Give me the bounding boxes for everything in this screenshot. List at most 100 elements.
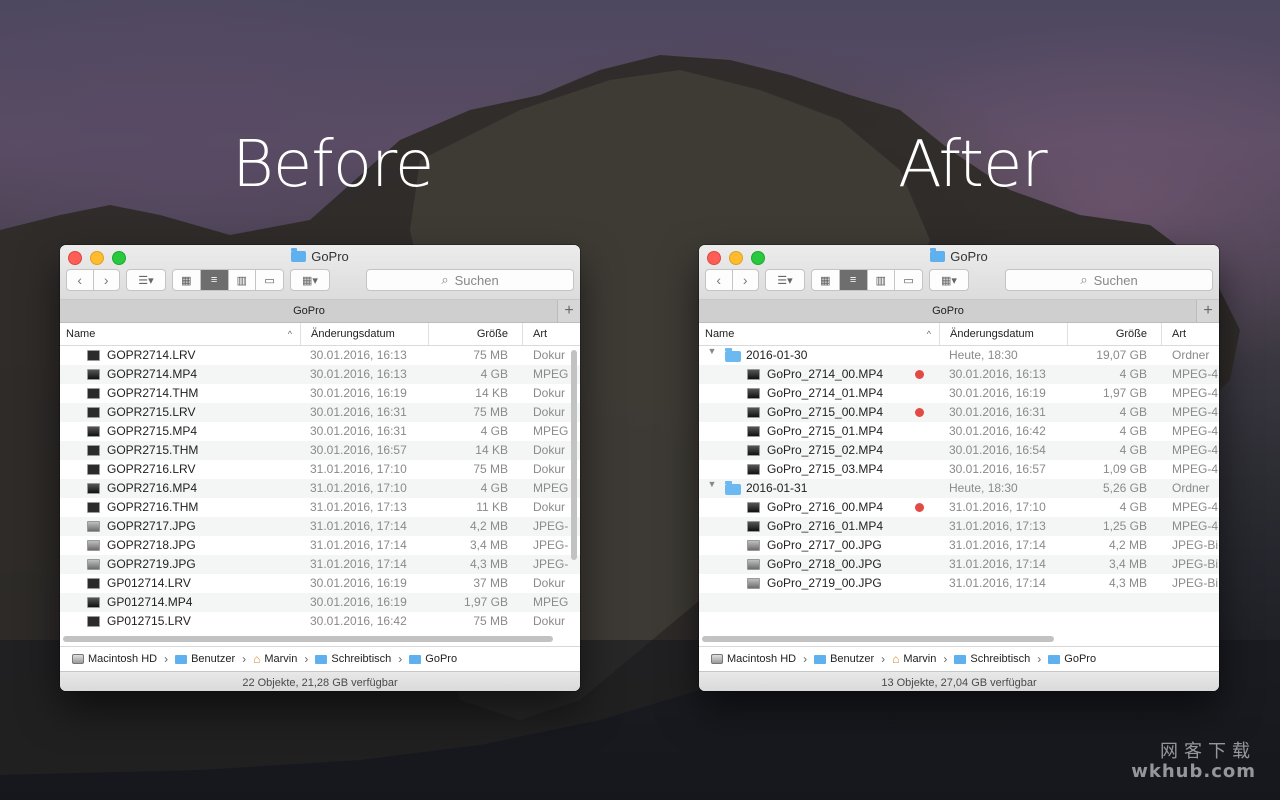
file-size: 4 GB [1119, 500, 1147, 514]
list-view-button[interactable]: ≡ [838, 270, 867, 290]
table-row[interactable]: GoPro_2717_00.JPG 31.01.2016, 17:14 4,2 MB… [699, 536, 1219, 555]
horizontal-scrollbar[interactable] [63, 636, 553, 642]
table-row[interactable]: GoPro_2715_01.MP4 30.01.2016, 16:42 4 GB MP… [699, 422, 1219, 441]
table-row[interactable]: GoPro_2714_00.MP4 30.01.2016, 16:13 4 GB MP… [699, 365, 1219, 384]
tab-gopro[interactable]: GoPro [60, 300, 558, 322]
column-header-name[interactable]: Name ^ [66, 323, 300, 345]
empty-row [699, 612, 1219, 631]
file-kind: Ordner [1172, 481, 1210, 495]
folder-row[interactable]: ▼ 2016-01-30 Heute, 18:30 19,07 GB Ordner [699, 346, 1219, 365]
folder-row[interactable]: ▼ 2016-01-31 Heute, 18:30 5,26 GB Ordner [699, 479, 1219, 498]
modified-date: 30.01.2016, 16:19 [949, 386, 1046, 400]
icon-view-button[interactable]: ▦ [812, 270, 839, 290]
column-view-button[interactable]: ▥ [866, 270, 895, 290]
gallery-view-button[interactable]: ▭ [255, 270, 283, 290]
table-row[interactable]: GOPR2716.MP4 31.01.2016, 17:10 4 GB MPEG [60, 479, 580, 498]
path-item[interactable]: Schreibtisch [315, 653, 391, 665]
table-row[interactable]: GOPR2716.LRV 31.01.2016, 17:10 75 MB Dokur [60, 460, 580, 479]
path-item-label: Macintosh HD [88, 653, 158, 665]
table-row[interactable]: GoPro_2715_03.MP4 30.01.2016, 16:57 1,09 G… [699, 460, 1219, 479]
path-item[interactable]: GoPro [409, 653, 457, 665]
vertical-scrollbar[interactable] [571, 350, 577, 560]
table-row[interactable]: GP012714.LRV 30.01.2016, 16:19 37 MB Dokur [60, 574, 580, 593]
arrange-icon: ☰▾ [777, 274, 793, 287]
file-name: GoPro_2719_00.JPG [767, 576, 882, 590]
tab-gopro[interactable]: GoPro [699, 300, 1197, 322]
path-item[interactable]: Benutzer [175, 653, 235, 665]
back-button[interactable]: ‹ [67, 270, 93, 290]
path-item[interactable]: ⌂ Marvin [253, 652, 297, 666]
table-row[interactable]: GoPro_2714_01.MP4 30.01.2016, 16:19 1,97 G… [699, 384, 1219, 403]
modified-date: 31.01.2016, 17:14 [310, 538, 407, 552]
table-row[interactable]: GOPR2714.MP4 30.01.2016, 16:13 4 GB MPEG [60, 365, 580, 384]
search-field[interactable]: ⌕ Suchen [366, 269, 574, 291]
modified-date: 30.01.2016, 16:19 [310, 576, 407, 590]
column-view-button[interactable]: ▥ [227, 270, 256, 290]
arrange-button[interactable]: ☰▾ [765, 269, 805, 291]
table-row[interactable]: GP012715.LRV 30.01.2016, 16:42 75 MB Dokur [60, 612, 580, 631]
table-row[interactable]: GOPR2715.LRV 30.01.2016, 16:31 75 MB Dokur [60, 403, 580, 422]
file-name: 2016-01-30 [746, 348, 808, 362]
table-row[interactable]: GoPro_2719_00.JPG 31.01.2016, 17:14 4,3 MB… [699, 574, 1219, 593]
file-kind: JPEG-Bi [1172, 557, 1219, 571]
group-button[interactable]: ▦▾ [290, 269, 330, 291]
forward-button[interactable]: › [92, 270, 120, 290]
forward-button[interactable]: › [731, 270, 759, 290]
table-row[interactable]: GP012714.MP4 30.01.2016, 16:19 1,97 GB MPEG [60, 593, 580, 612]
chevron-right-icon: › [164, 652, 169, 666]
column-header-date[interactable]: Änderungsdatum [939, 323, 1067, 345]
table-row[interactable]: GoPro_2716_00.MP4 31.01.2016, 17:10 4 GB MP… [699, 498, 1219, 517]
file-size: 4 GB [1119, 443, 1147, 457]
table-row[interactable]: GOPR2719.JPG 31.01.2016, 17:14 4,3 MB JPEG- [60, 555, 580, 574]
back-button[interactable]: ‹ [706, 270, 732, 290]
movie-icon [747, 464, 760, 475]
arrange-button[interactable]: ☰▾ [126, 269, 166, 291]
path-item[interactable]: ⌂ Marvin [892, 652, 936, 666]
table-row[interactable]: GOPR2715.THM 30.01.2016, 16:57 14 KB Dokur [60, 441, 580, 460]
table-row[interactable]: GOPR2714.LRV 30.01.2016, 16:13 75 MB Dokur [60, 346, 580, 365]
sort-ascending-icon: ^ [926, 329, 931, 339]
new-tab-button[interactable]: + [1196, 300, 1219, 322]
table-row[interactable]: GOPR2714.THM 30.01.2016, 16:19 14 KB Dokur [60, 384, 580, 403]
chevron-right-icon: › [803, 652, 808, 666]
table-row[interactable]: GoPro_2715_00.MP4 30.01.2016, 16:31 4 GB MP… [699, 403, 1219, 422]
list-view-button[interactable]: ≡ [199, 270, 228, 290]
path-item[interactable]: GoPro [1048, 653, 1096, 665]
column-header-kind[interactable]: Art [1161, 323, 1219, 345]
disclosure-triangle-icon[interactable]: ▼ [707, 346, 717, 356]
disclosure-triangle-icon[interactable]: ▼ [707, 479, 717, 489]
folder-icon [954, 654, 967, 664]
column-header-name[interactable]: Name ^ [705, 323, 939, 345]
table-row[interactable]: GOPR2718.JPG 31.01.2016, 17:14 3,4 MB JPEG- [60, 536, 580, 555]
gallery-view-button[interactable]: ▭ [894, 270, 922, 290]
column-kind-label: Art [1172, 328, 1187, 340]
column-header-date[interactable]: Änderungsdatum [300, 323, 428, 345]
path-item-label: GoPro [1064, 653, 1097, 665]
watermark-line1: 网客下载 [1160, 741, 1256, 763]
path-item[interactable]: Schreibtisch [954, 653, 1030, 665]
column-header-size[interactable]: Größe [428, 323, 522, 345]
file-size: 75 MB [473, 462, 508, 476]
table-row[interactable]: GoPro_2715_02.MP4 30.01.2016, 16:54 4 GB MP… [699, 441, 1219, 460]
file-name: GP012714.MP4 [107, 595, 193, 609]
path-item[interactable]: Macintosh HD [711, 653, 796, 665]
horizontal-scrollbar[interactable] [702, 636, 1054, 642]
path-item[interactable]: Macintosh HD [72, 653, 157, 665]
table-row[interactable]: GOPR2715.MP4 30.01.2016, 16:31 4 GB MPEG [60, 422, 580, 441]
table-row[interactable]: GoPro_2716_01.MP4 31.01.2016, 17:13 1,25 G… [699, 517, 1219, 536]
group-button[interactable]: ▦▾ [929, 269, 969, 291]
path-item[interactable]: Benutzer [814, 653, 874, 665]
new-tab-button[interactable]: + [557, 300, 580, 322]
table-row[interactable]: GOPR2717.JPG 31.01.2016, 17:14 4,2 MB JPEG- [60, 517, 580, 536]
table-row[interactable]: GoPro_2718_00.JPG 31.01.2016, 17:14 3,4 MB… [699, 555, 1219, 574]
window-title-text: GoPro [311, 249, 349, 264]
column-header-kind[interactable]: Art [522, 323, 580, 345]
file-size: 37 MB [473, 576, 508, 590]
grid-icon: ▦ [181, 274, 192, 287]
column-header-size[interactable]: Größe [1067, 323, 1161, 345]
search-field[interactable]: ⌕ Suchen [1005, 269, 1213, 291]
table-row[interactable]: GOPR2716.THM 31.01.2016, 17:13 11 KB Dokur [60, 498, 580, 517]
icon-view-button[interactable]: ▦ [173, 270, 200, 290]
file-list: GOPR2714.LRV 30.01.2016, 16:13 75 MB Dokur G… [60, 346, 580, 646]
document-icon [87, 350, 100, 361]
